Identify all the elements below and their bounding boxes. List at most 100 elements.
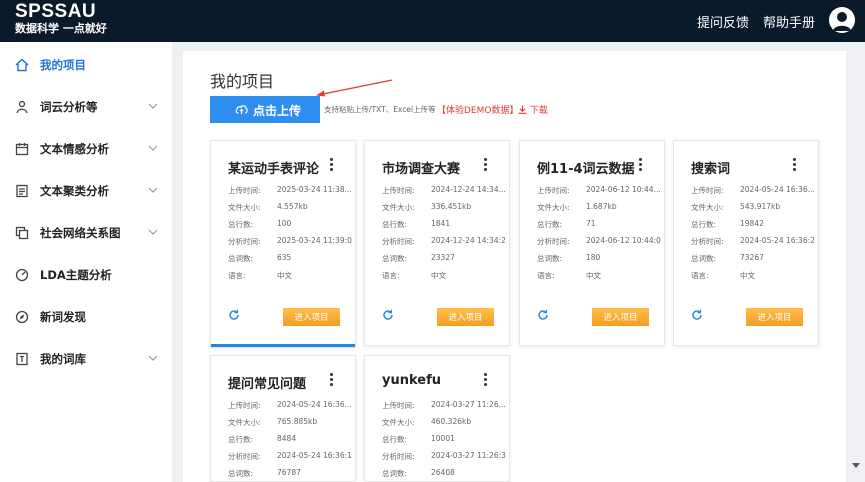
chevron-down-icon bbox=[148, 145, 158, 151]
meta-label: 总词数: bbox=[228, 254, 254, 263]
meta-label: 总行数: bbox=[382, 220, 408, 229]
sidebar-item-lexicon[interactable]: 我的词库 bbox=[0, 342, 172, 378]
project-meta-row: 文件大小: 1.687kb bbox=[537, 202, 617, 213]
sidebar-item-new-words[interactable]: 新词发现 bbox=[0, 300, 172, 336]
meta-label: 总行数: bbox=[382, 435, 408, 444]
sidebar-item-label: 文本聚类分析 bbox=[40, 184, 109, 198]
help-link[interactable]: 帮助手册 bbox=[763, 12, 815, 31]
refresh-icon[interactable] bbox=[691, 309, 703, 321]
project-card[interactable]: 提问常见问题 上传时间: 2024-05-24 16:36... 文件大小: 765.8… bbox=[210, 355, 356, 482]
meta-value: 23327 bbox=[431, 253, 455, 262]
scroll-down-arrow-icon[interactable] bbox=[852, 463, 860, 468]
meta-label: 语言: bbox=[228, 271, 246, 280]
sidebar-item-lda[interactable]: LDA主题分析 bbox=[0, 258, 172, 294]
meta-label: 分析时间: bbox=[228, 237, 261, 246]
project-meta-row: 总词数: 23327 bbox=[382, 253, 455, 264]
project-meta-row: 分析时间: 2025-03-24 11:39:0 bbox=[228, 236, 352, 247]
more-options-icon[interactable] bbox=[638, 158, 644, 172]
project-meta-row: 上传时间: 2025-03-24 11:38... bbox=[228, 185, 352, 196]
brand-logo[interactable]: SPSSAU 数据科学 一点就好 bbox=[15, 2, 107, 36]
meta-label: 总词数: bbox=[691, 254, 717, 263]
meta-label: 上传时间: bbox=[537, 186, 570, 195]
more-options-icon[interactable] bbox=[792, 158, 798, 172]
project-title: yunkefu bbox=[382, 373, 442, 388]
more-options-icon[interactable] bbox=[483, 373, 489, 387]
sidebar-item-sentiment[interactable]: 文本情感分析 bbox=[0, 132, 172, 168]
project-title: 例11-4词云数据 bbox=[537, 162, 635, 177]
project-meta-row: 总行数: 100 bbox=[228, 219, 291, 230]
project-card[interactable]: 某运动手表评论 上传时间: 2025-03-24 11:38... 文件大小: 4.55… bbox=[210, 140, 356, 348]
meta-value: 180 bbox=[586, 253, 601, 262]
sidebar-item-my-projects[interactable]: 我的项目 bbox=[0, 48, 172, 84]
download-icon bbox=[518, 105, 527, 114]
more-options-icon[interactable] bbox=[329, 158, 335, 172]
demo-data-link[interactable]: 【体验DEMO数据】 bbox=[437, 103, 518, 116]
project-meta-row: 上传时间: 2024-03-27 11:26... bbox=[382, 400, 506, 411]
copy-icon bbox=[15, 226, 29, 240]
meta-value: 635 bbox=[277, 253, 292, 262]
selected-indicator bbox=[211, 344, 355, 347]
project-title: 提问常见问题 bbox=[228, 377, 307, 392]
meta-label: 语言: bbox=[537, 271, 555, 280]
meta-value: 2025-03-24 11:39:0 bbox=[277, 236, 352, 245]
meta-label: 上传时间: bbox=[382, 401, 415, 410]
brand-slogan: 数据科学 一点就好 bbox=[15, 22, 107, 35]
sidebar-item-label: LDA主题分析 bbox=[40, 268, 112, 282]
sidebar-item-wordcloud[interactable]: 词云分析等 bbox=[0, 90, 172, 126]
project-meta-row: 总词数: 180 bbox=[537, 253, 600, 264]
meta-label: 上传时间: bbox=[228, 401, 261, 410]
meta-value: 26408 bbox=[431, 468, 455, 477]
project-meta-row: 上传时间: 2024-06-12 10:44... bbox=[537, 185, 661, 196]
meta-value: 中文 bbox=[740, 271, 755, 280]
enter-project-button[interactable]: 进入项目 bbox=[746, 308, 803, 326]
more-options-icon[interactable] bbox=[483, 158, 489, 172]
sidebar-item-label: 我的词库 bbox=[40, 352, 86, 366]
upload-button[interactable]: 点击上传 bbox=[210, 96, 320, 123]
sidebar-item-label: 社会网络关系图 bbox=[40, 226, 121, 240]
meta-label: 分析时间: bbox=[382, 237, 415, 246]
project-meta-row: 总行数: 8484 bbox=[228, 434, 296, 445]
enter-project-button[interactable]: 进入项目 bbox=[283, 308, 340, 326]
project-meta-row: 文件大小: 543.917kb bbox=[691, 202, 780, 213]
project-meta-row: 分析时间: 2024-05-24 16:36:1 bbox=[228, 451, 352, 462]
meta-value: 19842 bbox=[740, 219, 764, 228]
project-card[interactable]: 搜索词 上传时间: 2024-05-24 16:36... 文件大小: 543.917k… bbox=[673, 140, 819, 346]
brand-name: SPSSAU bbox=[15, 1, 97, 22]
meta-value: 2024-05-24 16:36... bbox=[277, 400, 352, 409]
refresh-icon[interactable] bbox=[382, 309, 394, 321]
meta-value: 8484 bbox=[277, 434, 297, 443]
sidebar-item-network[interactable]: 社会网络关系图 bbox=[0, 216, 172, 252]
sidebar: 我的项目 词云分析等 文本情感分析 文本聚类分析 社会网络关系图 LDA主题分析… bbox=[0, 42, 172, 482]
enter-project-button[interactable]: 进入项目 bbox=[437, 308, 494, 326]
refresh-icon[interactable] bbox=[537, 309, 549, 321]
project-meta-row: 总行数: 1841 bbox=[382, 219, 450, 230]
home-icon bbox=[15, 58, 29, 72]
meta-value: 2024-03-27 11:26... bbox=[431, 400, 506, 409]
meta-label: 总行数: bbox=[228, 220, 254, 229]
project-card[interactable]: 市场调查大赛 上传时间: 2024-12-24 14:34... 文件大小: 336.4… bbox=[364, 140, 510, 346]
sidebar-item-label: 文本情感分析 bbox=[40, 142, 109, 156]
project-card[interactable]: 例11-4词云数据上传时间: 2024-06-12 10:44... 文件大小: 1.… bbox=[519, 140, 665, 346]
sidebar-item-clustering[interactable]: 文本聚类分析 bbox=[0, 174, 172, 210]
refresh-icon[interactable] bbox=[228, 309, 240, 321]
project-card[interactable]: yunkefu 上传时间: 2024-03-27 11:26... 文件大小: 460.… bbox=[364, 355, 510, 482]
project-meta-row: 总词数: 76787 bbox=[228, 468, 301, 479]
meta-value: 2024-03-27 11:26:3 bbox=[431, 451, 506, 460]
meta-value: 73267 bbox=[740, 253, 764, 262]
project-meta-row: 总行数: 10001 bbox=[382, 434, 455, 445]
chevron-down-icon bbox=[148, 187, 158, 193]
project-meta-row: 总词数: 73267 bbox=[691, 253, 764, 264]
avatar[interactable] bbox=[829, 7, 855, 33]
meta-label: 文件大小: bbox=[537, 203, 570, 212]
meta-label: 总词数: bbox=[382, 254, 408, 263]
meta-value: 2025-03-24 11:38... bbox=[277, 185, 352, 194]
meta-value: 2024-05-24 16:36:2 bbox=[740, 236, 815, 245]
project-meta-row: 分析时间: 2024-06-12 10:44:0 bbox=[537, 236, 661, 247]
meta-label: 总行数: bbox=[537, 220, 563, 229]
chevron-down-icon bbox=[148, 229, 158, 235]
enter-project-button[interactable]: 进入项目 bbox=[592, 308, 649, 326]
sidebar-item-label: 我的项目 bbox=[40, 58, 86, 72]
feedback-link[interactable]: 提问反馈 bbox=[697, 12, 749, 31]
more-options-icon[interactable] bbox=[329, 373, 335, 387]
download-link[interactable]: 下载 bbox=[518, 103, 548, 116]
